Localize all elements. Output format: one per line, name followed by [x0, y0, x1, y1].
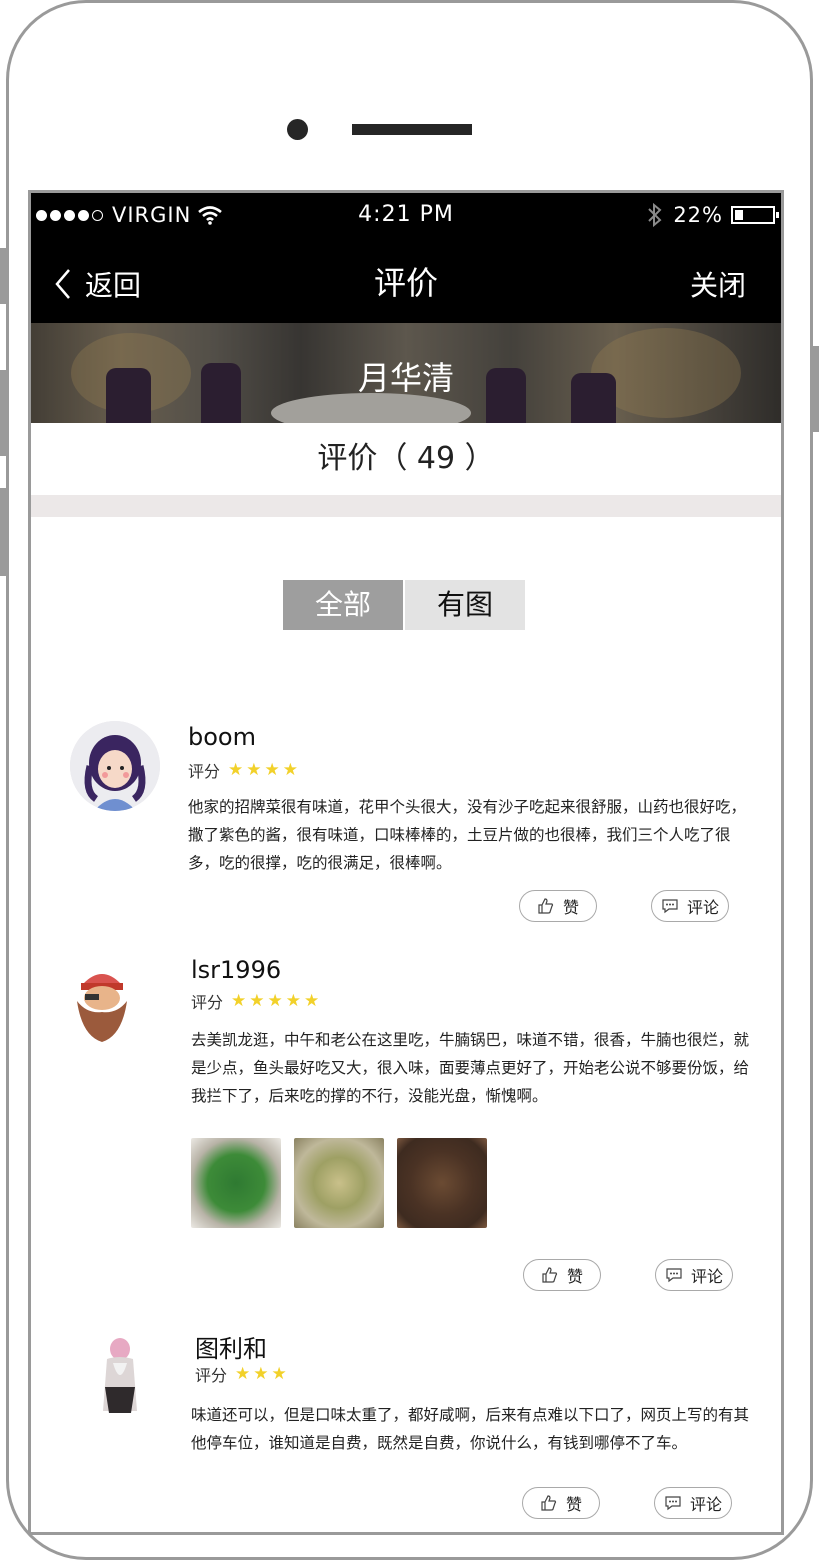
review-text: 去美凯龙逛，中午和老公在这里吃，牛腩锅巴，味道不错，很香，牛腩也很烂，就是少点，…: [191, 1031, 750, 1105]
like-label: 赞: [562, 898, 579, 917]
star-icon: ★: [264, 760, 280, 780]
restaurant-banner: 月华清: [31, 323, 781, 423]
battery-fill: [735, 210, 743, 220]
rating-row: 评分 ★ ★ ★ ★ ★: [191, 989, 322, 1013]
thumbs-up-icon: [538, 898, 554, 914]
review-text: 他家的招牌菜很有味道，花甲个头很大，没有沙子吃起来很舒服，山药也很好吃，撒了紫色…: [188, 798, 747, 872]
comment-label: 评论: [689, 1495, 722, 1514]
reviewer-name: lsr1996: [191, 956, 282, 984]
reviewer-name: 图利和: [195, 1335, 267, 1363]
like-button[interactable]: 赞: [522, 1487, 600, 1519]
status-right: 22%: [647, 202, 779, 228]
star-icon: ★: [267, 991, 283, 1011]
tab-with-photos[interactable]: 有图: [405, 580, 525, 630]
review-photo[interactable]: [294, 1138, 384, 1228]
review-photos: [191, 1138, 500, 1228]
like-label: 赞: [566, 1267, 583, 1286]
earpiece-speaker: [352, 124, 472, 135]
close-button[interactable]: 关闭: [690, 264, 746, 304]
nav-bar: 返回 评价 关闭: [31, 238, 781, 323]
comment-button[interactable]: 评论: [654, 1487, 732, 1519]
power-button: [812, 346, 819, 432]
battery-nub: [776, 212, 779, 218]
review-photo[interactable]: [191, 1138, 281, 1228]
rating-label: 评分: [188, 762, 221, 781]
star-icon: ★: [285, 991, 302, 1011]
avatar: [70, 721, 160, 811]
avatar: [75, 1327, 165, 1417]
star-icon: ★: [271, 1364, 287, 1384]
review-text: 味道还可以，但是口味太重了，都好咸啊，后来有点难以下口了，网页上写的有其他停车位…: [191, 1406, 750, 1452]
star-icon: ★: [282, 760, 299, 780]
battery-percent: 22%: [673, 203, 723, 227]
page-title: 评价: [373, 264, 438, 302]
user-avatar-elder-icon: [75, 1327, 165, 1417]
star-icon: ★: [304, 991, 320, 1011]
star-icon: ★: [228, 760, 244, 780]
battery-icon: [731, 206, 779, 224]
star-icon: ★: [235, 1364, 251, 1384]
restaurant-name: 月华清: [357, 359, 454, 397]
comment-icon: [666, 1268, 682, 1283]
rating-label: 评分: [195, 1366, 228, 1385]
like-button[interactable]: 赞: [523, 1259, 601, 1291]
comment-label: 评论: [686, 898, 719, 917]
like-label: 赞: [565, 1495, 582, 1514]
thumbs-up-icon: [542, 1267, 558, 1283]
comment-button[interactable]: 评论: [651, 890, 729, 922]
comment-label: 评论: [690, 1267, 723, 1286]
star-icon: ★: [253, 1364, 269, 1384]
rating-row: 评分 ★ ★ ★ ★: [188, 758, 301, 782]
comment-icon: [662, 899, 678, 914]
user-avatar-girl-icon: [70, 721, 160, 811]
filter-tabs: 全部 有图: [283, 580, 525, 630]
review-count-heading: 评价（ 49 ）: [31, 423, 781, 495]
section-divider: [31, 495, 781, 517]
front-camera: [287, 119, 308, 140]
review-photo[interactable]: [397, 1138, 487, 1228]
comment-icon: [665, 1496, 681, 1511]
status-bar: VIRGIN 4:21 PM 22%: [31, 193, 781, 238]
star-icon: ★: [231, 991, 247, 1011]
star-icon: ★: [246, 760, 262, 780]
tab-all[interactable]: 全部: [283, 580, 403, 630]
rating-label: 评分: [191, 993, 224, 1012]
thumbs-up-icon: [541, 1495, 557, 1511]
comment-button[interactable]: 评论: [655, 1259, 733, 1291]
rating-stars: ★ ★ ★ ★ ★: [231, 991, 322, 1011]
rating-stars: ★ ★ ★ ★: [228, 760, 301, 780]
user-avatar-pirate-icon: [57, 956, 147, 1046]
rating-stars: ★ ★ ★: [235, 1364, 290, 1384]
star-icon: ★: [249, 991, 265, 1011]
avatar: [57, 956, 147, 1046]
like-button[interactable]: 赞: [519, 890, 597, 922]
reviewer-name: boom: [188, 723, 256, 751]
rating-row: 评分 ★ ★ ★: [195, 1362, 290, 1386]
bluetooth-icon: [648, 202, 662, 228]
phone-screen: VIRGIN 4:21 PM 22% 返回 评价 关闭 月华清 评价（ 49 ）…: [28, 190, 784, 1535]
